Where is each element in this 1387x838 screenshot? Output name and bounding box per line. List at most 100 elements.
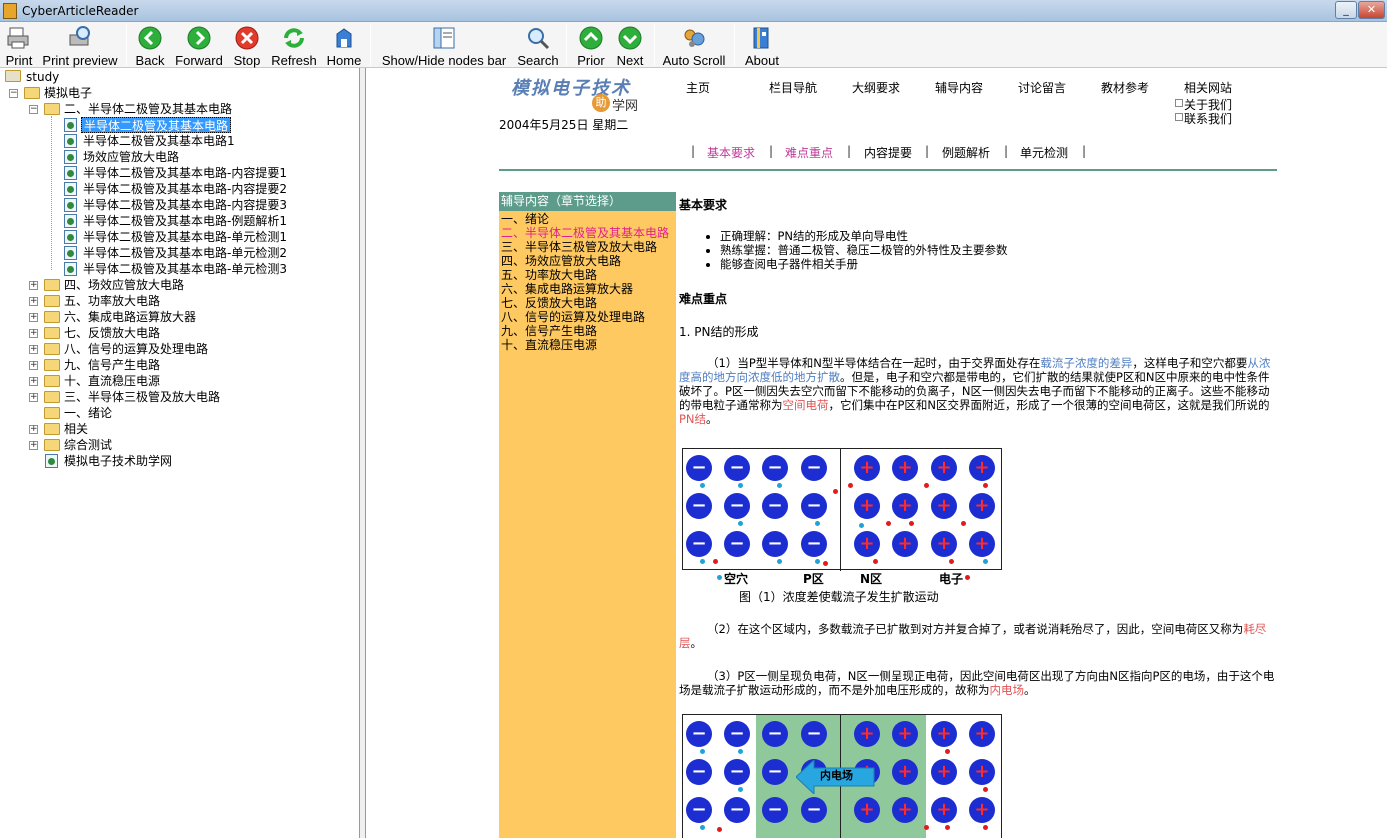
auto-scroll-button[interactable]: Auto Scroll [660,22,728,68]
chapter-link[interactable]: 四、场效应管放大电路 [501,254,621,268]
nav-column-navigation[interactable]: 栏目导航 [769,79,817,96]
tree-node-chapter[interactable]: 五、功率放大电路 [62,293,162,309]
positive-ion: + [892,493,918,519]
tree-leaf-item[interactable]: 半导体二极管及其基本电路-内容提要1 [81,165,289,181]
tree-node-comprehensive-test[interactable]: 综合测试 [62,437,114,453]
tree-node-chapter[interactable]: 四、场效应管放大电路 [62,277,186,293]
search-button[interactable]: Search [514,22,562,68]
nav-related-sites[interactable]: 相关网站 [1184,79,1232,96]
nav-discussion[interactable]: 讨论留言 [1018,79,1066,96]
negative-ion: − [686,721,712,747]
page-icon [64,246,77,260]
tree-node-chapter[interactable]: 九、信号产生电路 [62,357,162,373]
expand-toggle[interactable]: + [29,441,38,450]
refresh-button[interactable]: Refresh [268,22,320,68]
subnav-key-points[interactable]: 难点重点 [785,144,833,161]
tree-leaf-item[interactable]: 半导体二极管及其基本电路-单元检测3 [81,261,289,277]
p1-text: ，这样电子和空穴都要 [1132,356,1248,370]
auto-scroll-icon [684,29,705,47]
print-button[interactable]: Print [2,22,36,68]
about-us-checkbox[interactable] [1175,99,1183,107]
prior-button[interactable]: Prior [572,22,610,68]
minimize-button[interactable]: _ [1335,1,1357,19]
expand-toggle[interactable]: + [29,425,38,434]
page-icon [64,262,77,276]
collapse-toggle[interactable]: − [29,105,38,114]
tree-leaf-item[interactable]: 半导体二极管及其基本电路 [81,117,232,133]
subnav-basic-requirements[interactable]: 基本要求 [707,144,755,161]
tree-node-chapter[interactable]: 一、绪论 [62,405,114,421]
subnav-unit-test[interactable]: 单元检测 [1020,144,1068,161]
expand-toggle[interactable]: + [29,361,38,370]
tree-leaf-item[interactable]: 半导体二极管及其基本电路-单元检测1 [81,229,289,245]
forward-button[interactable]: Forward [172,22,226,68]
expand-toggle[interactable]: + [29,329,38,338]
expand-toggle[interactable]: + [29,377,38,386]
p3-term[interactable]: 内电场 [990,683,1025,697]
subnav-summary[interactable]: 内容提要 [864,144,912,161]
tree-node-analog-electronics[interactable]: 模拟电子 [42,85,94,101]
negative-ion: − [724,455,750,481]
tree-leaf-item[interactable]: 半导体二极管及其基本电路-单元检测2 [81,245,289,261]
subnav-separator: | [847,144,852,158]
tree-leaf-item[interactable]: 半导体二极管及其基本电路-内容提要3 [81,197,289,213]
chapter-link[interactable]: 一、绪论 [501,212,549,226]
chapter-link[interactable]: 六、集成电路运算放大器 [501,282,633,296]
nav-outline[interactable]: 大纲要求 [852,79,900,96]
tree-node-chapter[interactable]: 三、半导体三极管及放大电路 [62,389,222,405]
tree-leaf-item[interactable]: 半导体二极管及其基本电路-内容提要2 [81,181,289,197]
expand-toggle[interactable]: + [29,313,38,322]
show-hide-nodes-bar-button[interactable]: Show/Hide nodes bar [376,22,512,68]
p1-term[interactable]: 空间电荷 [783,398,829,412]
negative-ion: − [686,493,712,519]
negative-ion: − [724,531,750,557]
label-p-region: P区 [803,572,824,586]
nav-textbooks[interactable]: 教材参考 [1101,79,1149,96]
folder-icon [44,279,60,291]
tree-leaf-item[interactable]: 半导体二极管及其基本电路-例题解析1 [81,213,289,229]
expand-toggle[interactable]: + [29,393,38,402]
nav-tutoring[interactable]: 辅导内容 [935,79,983,96]
tree-leaf-item[interactable]: 场效应管放大电路 [81,149,181,165]
collapse-toggle[interactable]: − [9,89,18,98]
tree-leaf-item[interactable]: 半导体二极管及其基本电路1 [81,133,237,149]
chapter-link[interactable]: 七、反馈放大电路 [501,296,597,310]
link-contact-us[interactable]: 联系我们 [1184,110,1232,127]
tree-node-chapter[interactable]: 六、集成电路运算放大器 [62,309,198,325]
stop-button[interactable]: Stop [230,22,264,68]
chapter-link[interactable]: 八、信号的运算及处理电路 [501,310,645,324]
subnav-examples[interactable]: 例题解析 [942,144,990,161]
tree-node-related[interactable]: 相关 [62,421,90,437]
chapter-link[interactable]: 十、直流稳压电源 [501,338,597,352]
close-button[interactable]: ✕ [1358,1,1385,19]
tree-node-site-home[interactable]: 模拟电子技术助学网 [62,453,174,469]
chapter-link[interactable]: 二、半导体二极管及其基本电路 [501,226,669,240]
chapter-link[interactable]: 五、功率放大电路 [501,268,597,282]
p1-term[interactable]: PN结 [679,412,706,426]
refresh-icon [284,28,304,48]
expand-toggle[interactable]: + [29,345,38,354]
print-preview-button[interactable]: Print preview [40,22,120,68]
tree-node-chapter[interactable]: 八、信号的运算及处理电路 [62,341,210,357]
about-button[interactable]: About [740,22,784,68]
tree-node-chapter-2[interactable]: 二、半导体二极管及其基本电路 [62,101,234,117]
contact-us-checkbox[interactable] [1175,113,1183,121]
next-button[interactable]: Next [612,22,648,68]
chapter-link[interactable]: 九、信号产生电路 [501,324,597,338]
hole-dot [738,483,743,488]
negative-ion: − [801,721,827,747]
p1-highlight[interactable]: 载流子浓度的差异 [1040,356,1132,370]
tree-node-chapter[interactable]: 十、直流稳压电源 [62,373,162,389]
expand-toggle[interactable]: + [29,281,38,290]
toolbar-separator [566,24,567,66]
nav-home[interactable]: 主页 [686,79,710,96]
tree-node-study[interactable]: study [24,69,61,85]
tree-node-chapter[interactable]: 七、反馈放大电路 [62,325,162,341]
chapter-link[interactable]: 三、半导体三极管及放大电路 [501,240,657,254]
home-button[interactable]: Home [324,22,364,68]
home-label: Home [326,53,362,68]
electron-dot [717,827,722,832]
positive-ion: + [892,721,918,747]
back-button[interactable]: Back [132,22,168,68]
expand-toggle[interactable]: + [29,297,38,306]
